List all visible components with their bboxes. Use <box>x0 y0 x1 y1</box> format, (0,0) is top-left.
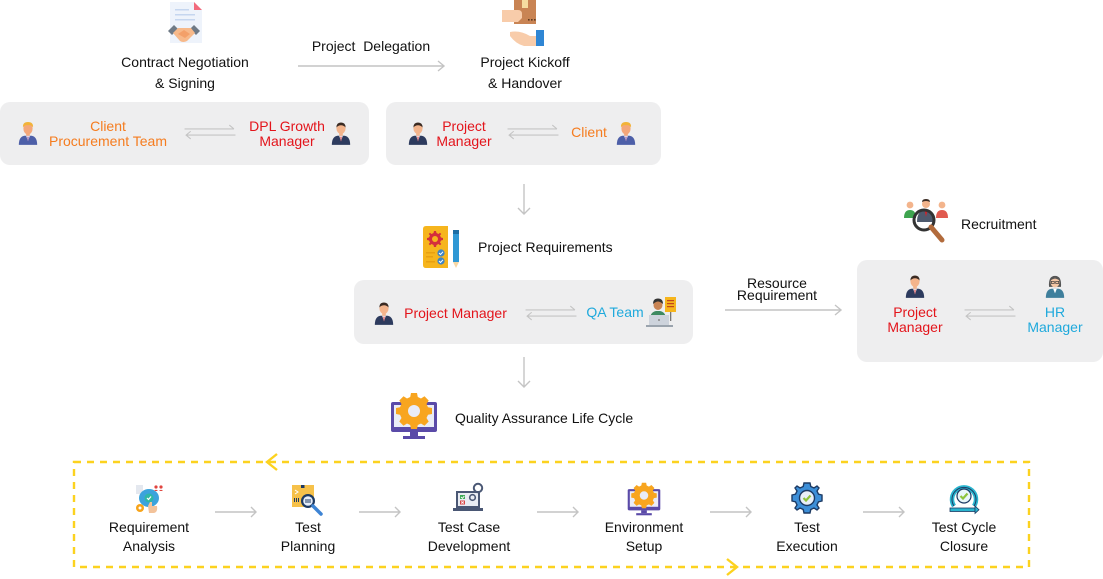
hr-manager-avatar-icon <box>1044 274 1066 298</box>
step-label: Requirement Analysis <box>108 519 190 554</box>
role-project-manager: Project Manager <box>436 118 492 149</box>
recruitment-search-icon <box>904 199 948 243</box>
stage-project-requirements: Project Requirements <box>420 226 640 272</box>
stage-qa-life-cycle: Quality Assurance Life Cycle <box>390 392 670 440</box>
bidirectional-arrows-icon <box>183 124 237 140</box>
handshake-contract-icon <box>168 2 202 43</box>
arrow-right-icon <box>725 304 843 316</box>
qa-step: Environment Setup <box>579 482 709 556</box>
panel-recruitment-roles: Project Manager HR Manager <box>857 260 1103 362</box>
qa-step: Test Execution <box>742 482 872 556</box>
bidirectional-arrows-icon <box>506 124 560 140</box>
test-case-development-icon <box>453 482 484 511</box>
step-label: Test Case Development <box>427 519 511 554</box>
manager-avatar-icon <box>373 301 395 325</box>
arrow-down-icon <box>517 357 531 388</box>
client-avatar-icon <box>615 121 637 145</box>
stage-recruitment: Recruitment <box>902 198 1062 250</box>
requirement-analysis-icon <box>136 485 163 513</box>
manager-avatar-icon <box>407 121 429 145</box>
qa-step: Test Cycle Closure <box>899 482 1029 556</box>
step-label: Test Planning <box>280 519 336 554</box>
edge-project-delegation: Project Delegation <box>296 38 448 72</box>
arrow-right-icon <box>359 506 401 518</box>
qa-step: Requirement Analysis <box>84 484 214 556</box>
stage-title: Project Kickoff & Handover <box>480 54 570 91</box>
step-label: Test Cycle Closure <box>931 519 997 554</box>
loop-arrow-right-icon <box>726 558 739 576</box>
stage-contract-negotiation: Contract Negotiation & Signing <box>95 0 275 95</box>
bidirectional-arrows-icon <box>963 305 1017 321</box>
edge-label: Resource Requirement <box>736 275 818 303</box>
qa-team-avatar-icon <box>646 297 676 327</box>
test-planning-icon <box>292 485 323 516</box>
step-label: Environment Setup <box>604 519 684 554</box>
arrow-down-icon <box>517 184 531 215</box>
role-qa-team: QA Team <box>586 304 644 320</box>
stage-title: Project Requirements <box>478 239 613 255</box>
role-hr-manager: HR Manager <box>1027 304 1083 335</box>
stage-project-kickoff: Project Kickoff & Handover <box>455 0 595 95</box>
test-execution-icon <box>791 482 823 514</box>
panel-requirements-roles: Project Manager QA Team <box>354 280 693 344</box>
stage-title: Contract Negotiation & Signing <box>121 54 249 91</box>
bidirectional-arrows-icon <box>524 305 578 321</box>
test-cycle-closure-icon <box>949 485 980 515</box>
role-project-manager: Project Manager <box>887 304 943 335</box>
arrow-right-icon <box>537 506 579 518</box>
stage-title: Recruitment <box>961 216 1037 232</box>
edge-resource-requirement: Resource Requirement <box>722 276 846 320</box>
package-handover-icon <box>502 0 544 46</box>
manager-avatar-icon <box>904 274 926 298</box>
role-client: Client <box>571 124 607 140</box>
requirements-document-icon <box>423 226 459 268</box>
role-dpl-growth-manager: DPL Growth Manager <box>249 118 325 149</box>
role-project-manager: Project Manager <box>404 305 507 321</box>
panel-kickoff-roles: Project Manager Client <box>386 102 661 165</box>
qa-step: Test Planning <box>243 484 373 556</box>
monitor-gear-icon <box>391 393 437 439</box>
panel-contract-roles: Client Procurement Team DPL Growth Manag… <box>0 102 369 165</box>
edge-label: Project Delegation <box>311 38 431 54</box>
step-label: Test Execution <box>776 519 838 554</box>
role-client-procurement: Client Procurement Team <box>48 118 167 149</box>
qa-step: Test Case Development <box>404 482 534 556</box>
manager-avatar-icon <box>330 121 352 145</box>
stage-title: Quality Assurance Life Cycle <box>455 410 634 426</box>
client-avatar-icon <box>17 121 39 145</box>
loop-arrow-left-icon <box>265 453 278 471</box>
environment-setup-icon <box>627 482 661 516</box>
arrow-right-icon <box>298 60 446 72</box>
